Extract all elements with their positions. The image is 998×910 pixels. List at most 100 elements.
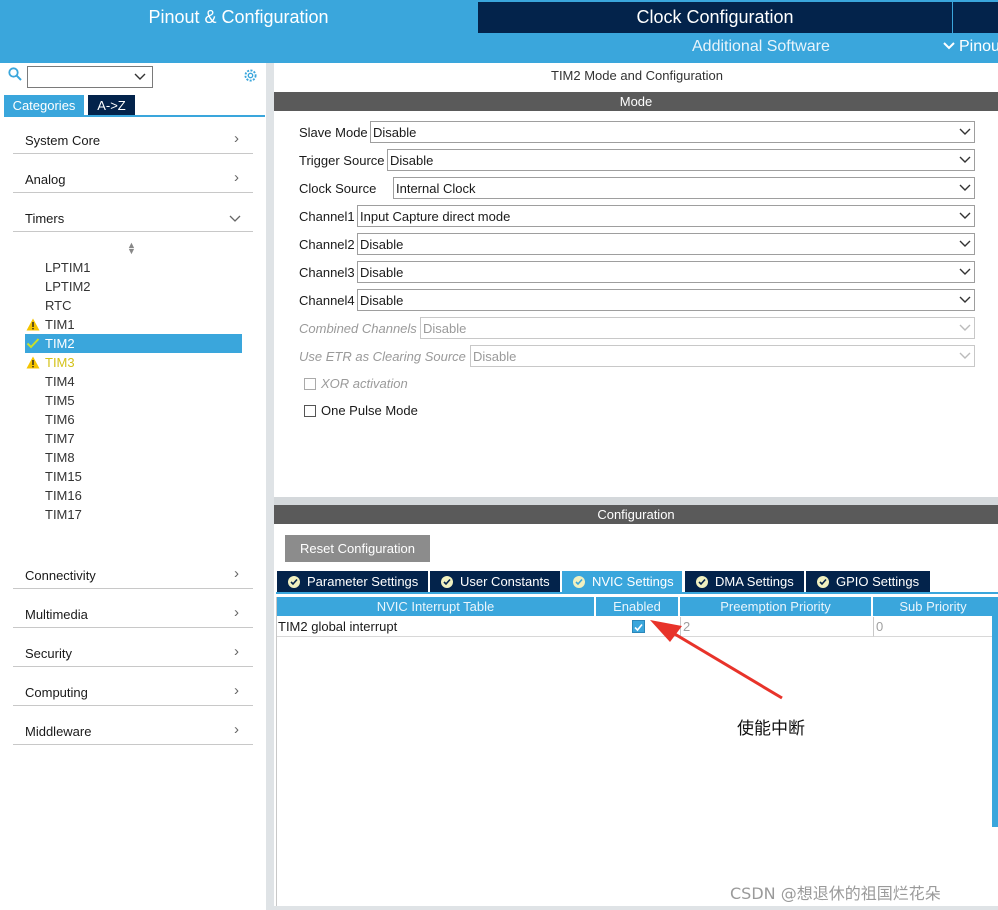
tab-label: User Constants <box>460 574 550 589</box>
timer-label: TIM3 <box>45 355 75 370</box>
column-header-interrupt[interactable]: NVIC Interrupt Table <box>277 597 594 616</box>
gear-icon[interactable] <box>242 67 259 84</box>
category-middleware[interactable]: Middleware › <box>13 720 253 745</box>
channel1-value: Input Capture direct mode <box>360 208 511 224</box>
tab-pinout-configuration[interactable]: Pinout & Configuration <box>0 0 477 34</box>
check-circle-icon <box>696 575 708 588</box>
timer-item-tim5[interactable]: TIM5 <box>25 391 242 410</box>
annotation-text: 使能中断 <box>737 719 805 739</box>
xor-activation-label: XOR activation <box>321 376 408 391</box>
channel4-label: Channel4 <box>299 293 355 308</box>
tab-overflow[interactable] <box>953 2 998 33</box>
channel2-select[interactable]: Disable <box>357 233 975 255</box>
channel1-select[interactable]: Input Capture direct mode <box>357 205 975 227</box>
additional-software-link[interactable]: Additional Software <box>692 38 830 56</box>
sidebar-splitter[interactable] <box>266 63 274 910</box>
tab-nvic-settings[interactable]: NVIC Settings <box>562 571 682 592</box>
search-input[interactable] <box>27 66 153 88</box>
timer-item-tim16[interactable]: TIM16 <box>25 486 242 505</box>
chevron-down-icon <box>959 352 971 359</box>
timer-item-rtc[interactable]: RTC <box>25 296 242 315</box>
checkmark-icon <box>26 338 40 349</box>
column-header-enabled[interactable]: Enabled <box>596 597 678 616</box>
clock-source-value: Internal Clock <box>396 180 476 196</box>
vertical-scrollbar[interactable] <box>992 597 998 827</box>
column-header-sub-priority[interactable]: Sub Priority <box>873 597 993 616</box>
chevron-down-icon[interactable] <box>134 73 146 81</box>
use-etr-label: Use ETR as Clearing Source <box>299 349 466 364</box>
table-row-name: TIM2 global interrupt <box>277 617 596 637</box>
configuration-header: Configuration <box>274 505 998 524</box>
red-arrow-icon <box>650 620 783 700</box>
check-circle-icon <box>573 575 585 588</box>
timer-item-lptim1[interactable]: LPTIM1 <box>25 258 242 277</box>
timer-item-tim15[interactable]: TIM15 <box>25 467 242 486</box>
timer-label: TIM16 <box>45 488 82 503</box>
sub-priority-cell[interactable]: 0 <box>873 617 993 637</box>
tab-label: NVIC Settings <box>592 574 674 589</box>
timer-item-tim7[interactable]: TIM7 <box>25 429 242 448</box>
timer-item-tim4[interactable]: TIM4 <box>25 372 242 391</box>
chevron-down-icon <box>959 184 971 191</box>
category-label: Computing <box>25 685 88 700</box>
tab-categories[interactable]: Categories <box>4 95 84 115</box>
chevron-right-icon: › <box>234 169 239 186</box>
timer-label: RTC <box>45 298 72 313</box>
timer-item-lptim2[interactable]: LPTIM2 <box>25 277 242 296</box>
channel3-select[interactable]: Disable <box>357 261 975 283</box>
category-security[interactable]: Security › <box>13 642 253 667</box>
timer-label: TIM4 <box>45 374 75 389</box>
chevron-down-icon <box>959 240 971 247</box>
tab-clock-configuration[interactable]: Clock Configuration <box>478 2 952 33</box>
timer-item-tim1[interactable]: TIM1 <box>25 315 242 334</box>
category-system-core[interactable]: System Core › <box>13 129 253 154</box>
tab-dma-settings[interactable]: DMA Settings <box>685 571 804 592</box>
watermark: CSDN @想退休的祖国烂花朵 <box>730 884 941 903</box>
timer-item-tim17[interactable]: TIM17 <box>25 505 242 524</box>
tab-user-constants[interactable]: User Constants <box>430 571 560 592</box>
xor-activation-checkbox: XOR activation <box>304 376 408 391</box>
checkbox-box <box>304 377 316 390</box>
pinout-menu[interactable]: Pinou <box>942 38 998 56</box>
tab-a-to-z[interactable]: A->Z <box>88 95 135 115</box>
channel4-value: Disable <box>360 292 404 308</box>
checkbox-box[interactable] <box>304 404 316 417</box>
slave-mode-select[interactable]: Disable <box>370 121 975 143</box>
tab-parameter-settings[interactable]: Parameter Settings <box>277 571 428 592</box>
tab-label: Parameter Settings <box>307 574 419 589</box>
tab-label: DMA Settings <box>715 574 794 589</box>
category-multimedia[interactable]: Multimedia › <box>13 603 253 628</box>
panel-splitter[interactable] <box>274 497 998 505</box>
timer-item-tim2[interactable]: TIM2 <box>25 334 242 353</box>
timer-item-tim6[interactable]: TIM6 <box>25 410 242 429</box>
category-connectivity[interactable]: Connectivity › <box>13 564 253 589</box>
channel4-select[interactable]: Disable <box>357 289 975 311</box>
category-analog[interactable]: Analog › <box>13 168 253 193</box>
trigger-source-label: Trigger Source <box>299 153 385 168</box>
timer-item-tim8[interactable]: TIM8 <box>25 448 242 467</box>
trigger-source-select[interactable]: Disable <box>387 149 975 171</box>
category-label: Middleware <box>25 724 92 739</box>
reset-configuration-button[interactable]: Reset Configuration <box>285 535 430 562</box>
chevron-down-icon <box>959 324 971 331</box>
clock-source-select[interactable]: Internal Clock <box>393 177 975 199</box>
category-computing[interactable]: Computing › <box>13 681 253 706</box>
one-pulse-mode-checkbox[interactable]: One Pulse Mode <box>304 403 418 418</box>
check-circle-icon <box>441 575 453 588</box>
sort-indicator-icon[interactable]: ▲ ▼ <box>127 241 136 256</box>
mode-header: Mode <box>274 92 998 111</box>
one-pulse-mode-label: One Pulse Mode <box>321 403 418 418</box>
search-icon[interactable] <box>8 67 22 81</box>
use-etr-value: Disable <box>473 348 517 364</box>
chevron-down-icon <box>229 215 241 222</box>
timer-item-tim3[interactable]: TIM3 <box>25 353 242 372</box>
channel3-label: Channel3 <box>299 265 355 280</box>
combined-channels-label: Combined Channels <box>299 321 417 336</box>
channel2-label: Channel2 <box>299 237 355 252</box>
chevron-down-icon <box>959 268 971 275</box>
category-timers[interactable]: Timers <box>13 207 253 232</box>
chevron-down-icon <box>959 128 971 135</box>
column-header-preemption[interactable]: Preemption Priority <box>680 597 871 616</box>
tab-gpio-settings[interactable]: GPIO Settings <box>806 571 930 592</box>
category-label: Analog <box>25 172 66 187</box>
